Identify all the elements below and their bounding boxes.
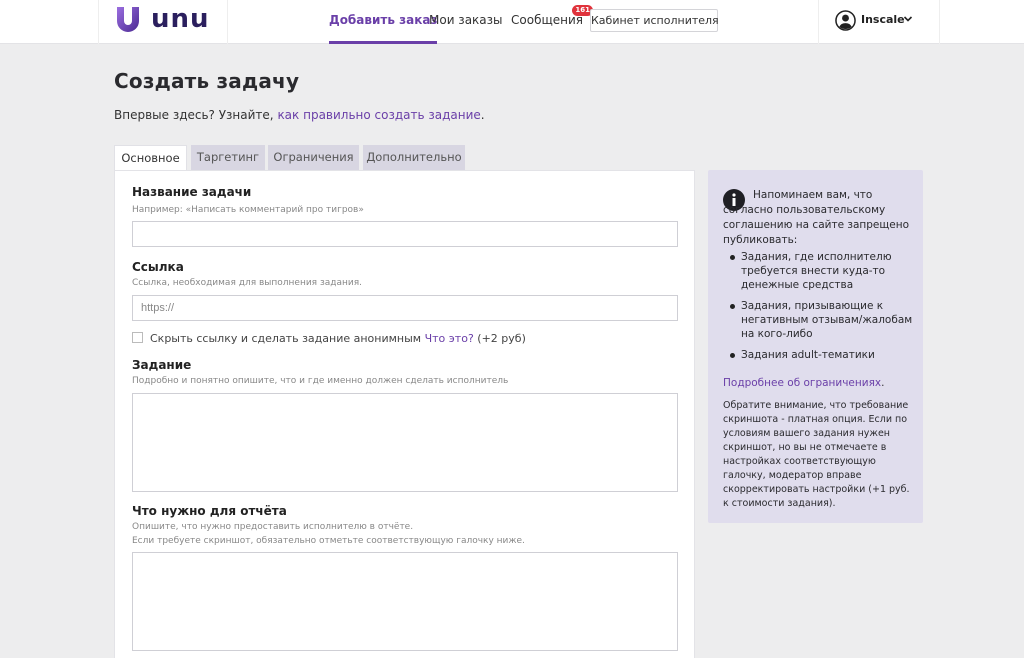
user-name: Inscale xyxy=(861,13,905,26)
task-name-hint: Например: «Написать комментарий про тигр… xyxy=(132,205,364,215)
nav-add-order-label: Добавить заказ xyxy=(329,13,438,27)
report-textarea[interactable] xyxy=(132,552,678,651)
nav-my-orders-label: Мои заказы xyxy=(429,13,503,27)
prohibited-list: Задания, где исполнителю требуется внест… xyxy=(730,250,915,369)
rules-info-panel: Напоминаем вам, что согласно пользовател… xyxy=(708,170,923,523)
nav-my-orders[interactable]: Мои заказы xyxy=(429,0,503,44)
list-item: Задания adult-тематики xyxy=(730,348,915,362)
tab-additional[interactable]: Дополнительно xyxy=(363,145,465,170)
screenshot-note: Обратите внимание, что требование скринш… xyxy=(723,400,910,509)
restrictions-more-suffix: . xyxy=(881,377,885,389)
tab-basic[interactable]: Основное xyxy=(114,145,187,171)
user-menu[interactable]: Inscale xyxy=(818,0,940,44)
task-description-label: Задание xyxy=(132,358,192,372)
task-form: Название задачи Например: «Написать комм… xyxy=(114,170,695,658)
unu-logo-icon xyxy=(117,7,139,32)
report-hint-2: Если требуете скриншот, обязательно отме… xyxy=(132,536,525,546)
task-description-hint: Подробно и понятно опишите, что и где им… xyxy=(132,376,509,386)
task-description-textarea[interactable] xyxy=(132,393,678,492)
anonymous-label: Скрыть ссылку и сделать задание анонимны… xyxy=(150,332,422,345)
intro-text: Впервые здесь? Узнайте, как правильно со… xyxy=(114,108,485,122)
list-item: Задания, призывающие к негативным отзыва… xyxy=(730,299,915,341)
user-avatar-icon xyxy=(835,10,856,31)
intro-prefix: Впервые здесь? Узнайте, xyxy=(114,108,278,122)
task-name-label: Название задачи xyxy=(132,185,252,199)
nav-messages-label: Сообщения xyxy=(511,13,584,27)
anonymous-checkbox[interactable] xyxy=(132,332,143,343)
performer-cabinet-button[interactable]: Кабинет исполнителя xyxy=(590,9,719,32)
brand-name: unu xyxy=(151,4,210,34)
link-label: Ссылка xyxy=(132,260,184,274)
active-tab-indicator xyxy=(329,41,438,44)
anonymous-price: (+2 руб) xyxy=(477,332,526,345)
tab-restrictions[interactable]: Ограничения xyxy=(268,145,359,170)
chevron-down-icon xyxy=(903,16,913,22)
how-to-create-link[interactable]: как правильно создать задание xyxy=(277,108,480,122)
anonymous-option: Скрыть ссылку и сделать задание анонимны… xyxy=(132,332,526,345)
rules-intro-text: Напоминаем вам, что согласно пользовател… xyxy=(723,189,910,246)
intro-suffix: . xyxy=(480,108,485,122)
task-name-input[interactable] xyxy=(132,221,678,247)
top-navigation-bar: unu Добавить заказ Мои заказы Сообщения … xyxy=(0,0,1024,44)
what-is-this-link[interactable]: Что это? xyxy=(425,332,474,345)
restrictions-more-link[interactable]: Подробнее об ограничениях xyxy=(723,377,881,389)
restrictions-more: Подробнее об ограничениях. xyxy=(723,377,884,389)
tab-targeting[interactable]: Таргетинг xyxy=(191,145,265,170)
link-hint: Ссылка, необходимая для выполнения задан… xyxy=(132,278,363,288)
nav-add-order[interactable]: Добавить заказ xyxy=(329,0,438,44)
link-input[interactable] xyxy=(132,295,678,321)
page-title: Создать задачу xyxy=(114,69,300,93)
nav-messages[interactable]: Сообщения 161 xyxy=(511,0,594,44)
report-hint-1: Опишите, что нужно предоставить исполнит… xyxy=(132,522,414,532)
brand-logo[interactable]: unu xyxy=(98,0,228,44)
report-label: Что нужно для отчёта xyxy=(132,504,287,518)
list-item: Задания, где исполнителю требуется внест… xyxy=(730,250,915,292)
